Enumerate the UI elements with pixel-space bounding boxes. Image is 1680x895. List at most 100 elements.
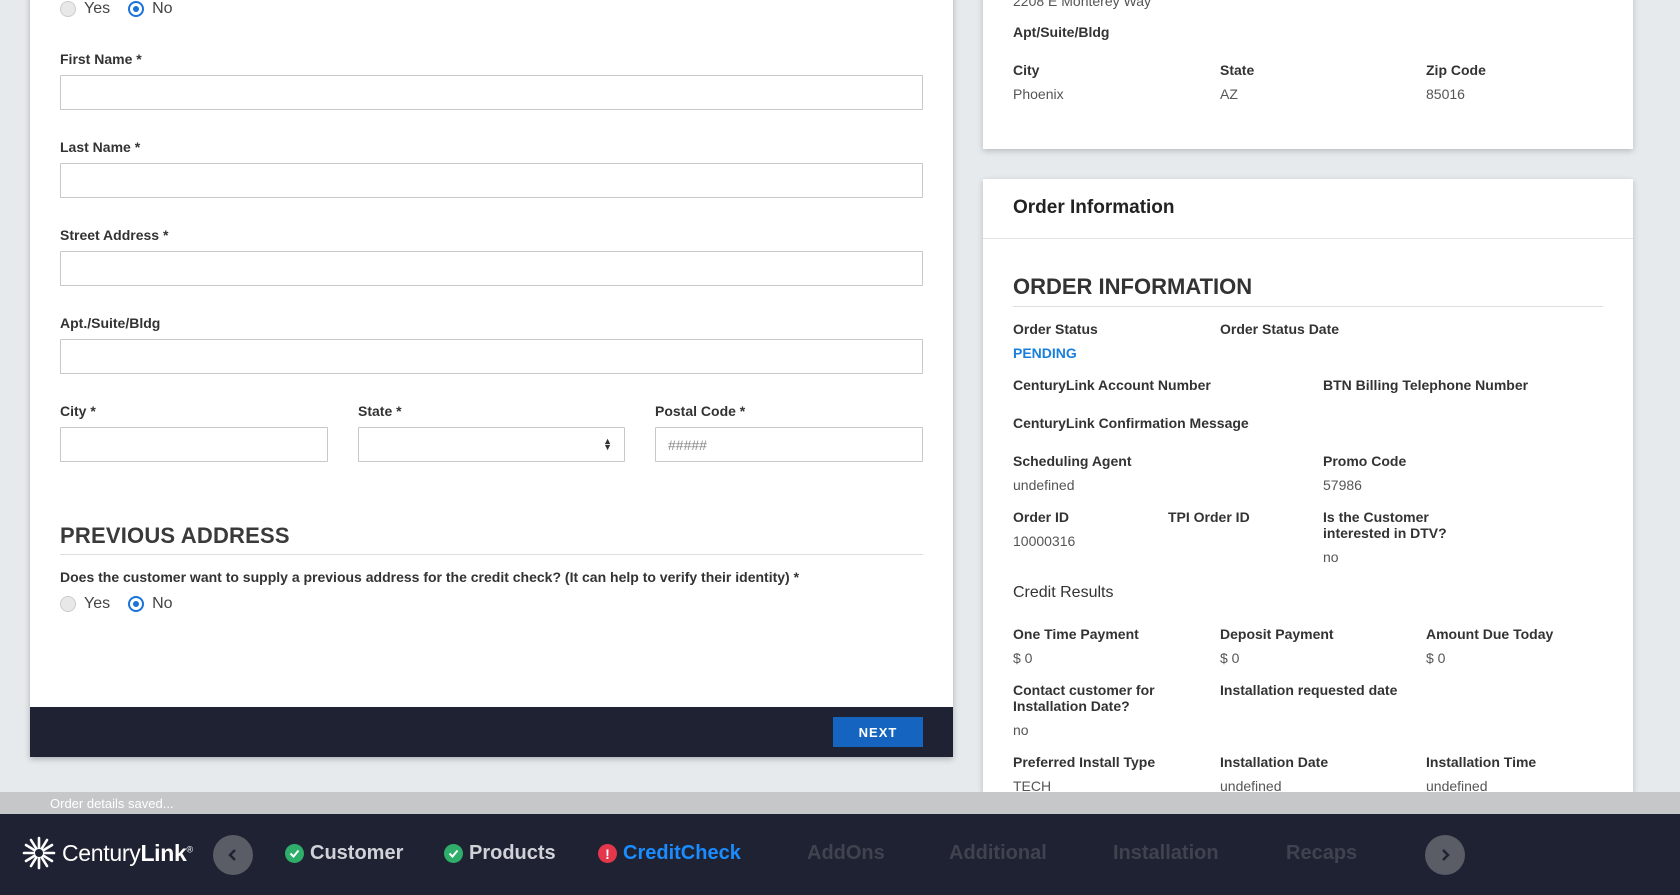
one-time-payment-value: $ 0: [1013, 650, 1033, 666]
logo-text-bold: Link: [140, 839, 187, 866]
radio-yes-label: Yes: [84, 0, 111, 17]
wizard-nav-bar: CenturyLink® Customer Products ! CreditC…: [0, 814, 1680, 895]
header-divider: [983, 238, 1633, 239]
section-divider: [60, 554, 923, 555]
nav-step-addons-label: AddOns: [807, 842, 885, 864]
order-id-value: 10000316: [1013, 533, 1076, 549]
radio-yes-option[interactable]: Yes: [60, 0, 110, 18]
postal-code-input[interactable]: #####: [655, 427, 923, 462]
contact-label-line1: Contact customer for: [1013, 682, 1155, 698]
nav-step-customer-label: Customer: [310, 842, 404, 864]
account-number-label: CenturyLink Account Number: [1013, 377, 1211, 393]
installation-time-label: Installation Time: [1426, 754, 1537, 770]
order-card-header: Order Information: [1013, 197, 1175, 218]
street-address-input[interactable]: [60, 251, 923, 286]
installation-requested-label: Installation requested date: [1220, 682, 1398, 698]
prev-radio-no[interactable]: [128, 596, 145, 612]
previous-address-question: Does the customer want to supply a previ…: [60, 569, 800, 585]
previous-address-radio-group: Yes No: [60, 595, 191, 613]
order-id-label: Order ID: [1013, 509, 1070, 525]
nav-step-recaps-label: Recaps: [1286, 842, 1358, 864]
form-footer: NEXT: [30, 707, 953, 757]
confirmation-message-label: CenturyLink Confirmation Message: [1013, 415, 1249, 431]
first-name-label: First Name *: [60, 51, 142, 67]
prev-radio-no-option[interactable]: No: [128, 595, 173, 613]
last-name-label: Last Name *: [60, 139, 141, 155]
nav-step-creditcheck[interactable]: ! CreditCheck: [598, 842, 741, 865]
nav-step-products[interactable]: Products: [444, 842, 556, 865]
installation-date-value: undefined: [1220, 778, 1282, 792]
city-label: City: [1013, 62, 1040, 78]
scheduling-agent-label: Scheduling Agent: [1013, 453, 1132, 469]
dtv-label-line1: Is the Customer: [1323, 509, 1429, 525]
order-status-value: PENDING: [1013, 345, 1077, 361]
apt-suite-label: Apt/Suite/Bldg: [1013, 24, 1110, 40]
contact-customer-label: Contact customer for Installation Date?: [1013, 682, 1155, 714]
city-value: Phoenix: [1013, 86, 1064, 102]
nav-step-products-label: Products: [469, 842, 556, 864]
prev-radio-no-label: No: [152, 595, 173, 612]
prev-radio-yes-option[interactable]: Yes: [60, 595, 110, 613]
dtv-interest-value: no: [1323, 549, 1339, 565]
postal-code-label: Postal Code *: [655, 403, 746, 419]
logo-registered-mark: ®: [186, 843, 194, 854]
nav-step-recaps[interactable]: Recaps: [1286, 842, 1357, 865]
first-name-input[interactable]: [60, 75, 923, 110]
logo-wordmark: CenturyLink®: [62, 840, 193, 867]
radio-no-label: No: [152, 0, 173, 17]
order-information-title: ORDER INFORMATION: [1013, 274, 1253, 299]
street-address-value: 2208 E Monterey Way: [1013, 0, 1151, 9]
next-button[interactable]: NEXT: [833, 717, 923, 747]
nav-step-additional[interactable]: Additional: [949, 842, 1047, 865]
error-icon: !: [598, 844, 617, 863]
nav-step-addons[interactable]: AddOns: [807, 842, 885, 865]
state-value: AZ: [1220, 86, 1238, 102]
previous-question-radio-group: Yes No: [60, 0, 191, 18]
nav-next-button[interactable]: [1425, 835, 1465, 875]
apt-suite-input[interactable]: [60, 339, 923, 374]
credit-results-heading: Credit Results: [1013, 584, 1114, 601]
city-label: City *: [60, 403, 96, 419]
centurylink-logo: CenturyLink®: [22, 836, 193, 870]
status-bar: Order details saved...: [0, 792, 1680, 814]
tpi-order-id-label: TPI Order ID: [1168, 509, 1250, 525]
promo-code-label: Promo Code: [1323, 453, 1407, 469]
chevron-right-icon: [1442, 849, 1450, 861]
nav-prev-button[interactable]: [213, 835, 253, 875]
zip-code-value: 85016: [1426, 86, 1465, 102]
installation-date-label: Installation Date: [1220, 754, 1329, 770]
nav-step-additional-label: Additional: [949, 842, 1047, 864]
nav-step-installation-label: Installation: [1113, 842, 1219, 864]
last-name-input[interactable]: [60, 163, 923, 198]
install-type-value: TECH: [1013, 778, 1052, 792]
dtv-interest-label: Is the Customer interested in DTV?: [1323, 509, 1447, 541]
order-information-card: Order Information ORDER INFORMATION Orde…: [983, 179, 1633, 792]
centurylink-burst-icon: [22, 836, 56, 870]
nav-step-installation[interactable]: Installation: [1113, 842, 1219, 865]
state-select[interactable]: ▲ ▼: [358, 427, 625, 462]
promo-code-value: 57986: [1323, 477, 1362, 493]
order-status-date-label: Order Status Date: [1220, 321, 1340, 337]
prev-radio-yes[interactable]: [60, 596, 76, 612]
deposit-payment-label: Deposit Payment: [1220, 626, 1334, 642]
radio-yes[interactable]: [60, 1, 76, 17]
city-input[interactable]: [60, 427, 328, 462]
order-status-label: Order Status: [1013, 321, 1098, 337]
radio-no-option[interactable]: No: [128, 0, 173, 18]
apt-suite-label: Apt./Suite/Bldg: [60, 315, 161, 331]
chevron-left-icon: [228, 849, 236, 861]
radio-no[interactable]: [128, 1, 145, 17]
nav-step-creditcheck-label: CreditCheck: [623, 842, 741, 864]
dtv-label-line2: interested in DTV?: [1323, 525, 1447, 541]
street-address-label: Street Address *: [60, 227, 169, 243]
check-icon: [285, 844, 304, 863]
service-address-card: 2208 E Monterey Way Apt/Suite/Bldg City …: [983, 0, 1633, 149]
amount-due-label: Amount Due Today: [1426, 626, 1554, 642]
check-icon: [444, 844, 463, 863]
btn-label: BTN Billing Telephone Number: [1323, 377, 1529, 393]
install-type-label: Preferred Install Type: [1013, 754, 1156, 770]
previous-address-title: PREVIOUS ADDRESS: [60, 523, 290, 548]
select-arrows-icon: ▲ ▼: [603, 436, 612, 452]
installation-time-value: undefined: [1426, 778, 1488, 792]
nav-step-customer[interactable]: Customer: [285, 842, 403, 865]
